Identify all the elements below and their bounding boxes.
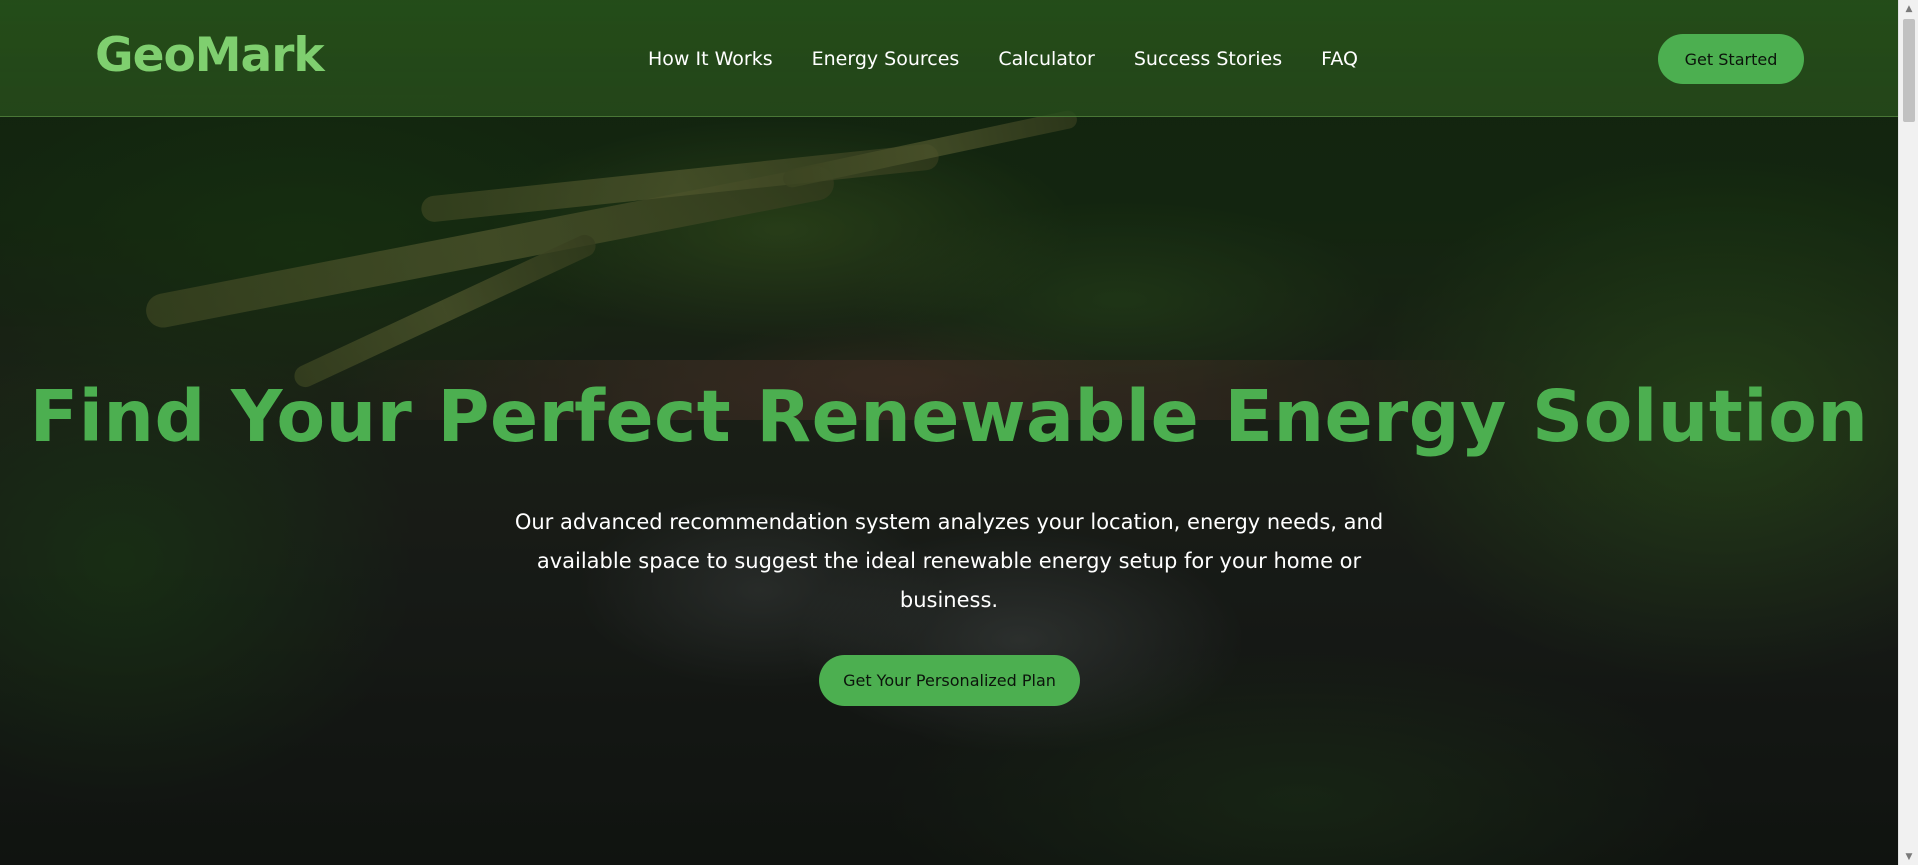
get-started-button[interactable]: Get Started <box>1658 34 1804 84</box>
scrollbar-thumb[interactable] <box>1903 19 1915 122</box>
nav-link-how-it-works[interactable]: How It Works <box>648 48 773 70</box>
personalized-plan-button[interactable]: Get Your Personalized Plan <box>819 655 1080 706</box>
chevron-down-icon[interactable]: ▼ <box>1899 848 1918 865</box>
hero-subtitle: Our advanced recommendation system analy… <box>514 510 1384 612</box>
logo[interactable]: GeoMark <box>95 28 325 83</box>
main-nav: How It Works Energy Sources Calculator S… <box>648 48 1397 70</box>
nav-link-faq[interactable]: FAQ <box>1321 48 1358 70</box>
site-header: GeoMark How It Works Energy Sources Calc… <box>0 0 1898 117</box>
page-viewport: Find Your Perfect Renewable Energy Solut… <box>0 0 1898 865</box>
chevron-up-icon[interactable]: ▲ <box>1899 0 1918 17</box>
vertical-scrollbar[interactable]: ▲ ▼ <box>1898 0 1918 865</box>
hero-title: Find Your Perfect Renewable Energy Solut… <box>29 375 1869 458</box>
nav-link-calculator[interactable]: Calculator <box>998 48 1094 70</box>
nav-link-energy-sources[interactable]: Energy Sources <box>812 48 960 70</box>
nav-link-success-stories[interactable]: Success Stories <box>1134 48 1282 70</box>
